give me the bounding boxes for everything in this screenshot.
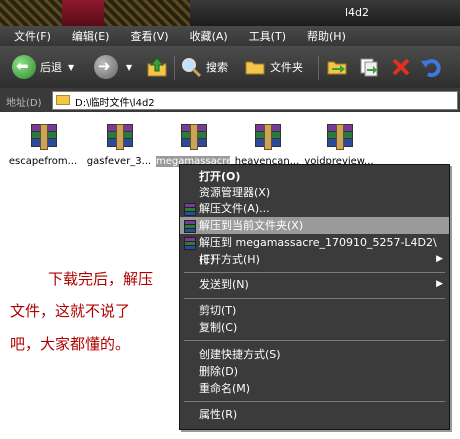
winrar-archive-icon xyxy=(323,124,355,152)
submenu-arrow-icon: ▶ xyxy=(436,254,443,264)
menu-item-label: 创建快捷方式(S) xyxy=(199,348,281,361)
search-button[interactable]: 搜索 xyxy=(180,54,228,80)
undo-button[interactable] xyxy=(420,54,444,80)
file-item[interactable]: voidpreview... xyxy=(302,124,376,167)
back-arrow-icon xyxy=(12,55,36,79)
menu-help[interactable]: 帮助(H) xyxy=(293,28,353,44)
annotation-text-line: 下载完后，解压 xyxy=(48,270,154,288)
menu-item-extract-to-folder[interactable]: 解压到 megamassacre_170910_5257-L4D2\(E) xyxy=(180,234,449,266)
delete-x-icon xyxy=(392,58,410,76)
menu-view[interactable]: 查看(V) xyxy=(116,28,175,44)
address-input[interactable]: D:\临时文件\l4d2 xyxy=(52,91,458,110)
menu-separator xyxy=(184,340,445,341)
menu-item-rename[interactable]: 重命名(M) xyxy=(180,380,449,397)
menu-item-label: 属性(R) xyxy=(199,408,238,421)
folders-icon xyxy=(245,61,265,75)
menu-item-label: 删除(D) xyxy=(199,365,239,378)
copy-to-button[interactable] xyxy=(358,54,380,80)
menu-item-label: 资源管理器(X) xyxy=(199,186,271,199)
back-dropdown-icon[interactable]: ▼ xyxy=(68,63,74,72)
toolbar-separator xyxy=(174,56,175,80)
menu-item-label: 打开方式(H) xyxy=(199,253,260,266)
up-folder-icon xyxy=(147,57,167,77)
forward-arrow-icon xyxy=(94,55,118,79)
file-item[interactable]: escapefrom... xyxy=(6,124,80,167)
menu-file[interactable]: 文件(F) xyxy=(0,28,58,44)
menu-item-extract-here[interactable]: 解压到当前文件夹(X) xyxy=(180,217,449,234)
menu-edit[interactable]: 编辑(E) xyxy=(58,28,117,44)
menu-item-open[interactable]: 打开(O) xyxy=(180,168,449,185)
menu-favorites[interactable]: 收藏(A) xyxy=(176,28,235,44)
forward-button[interactable]: ▼ xyxy=(94,54,132,80)
submenu-arrow-icon: ▶ xyxy=(436,279,443,289)
up-folder-button[interactable] xyxy=(146,54,168,80)
menu-item-create-shortcut[interactable]: 创建快捷方式(S) xyxy=(180,346,449,363)
move-to-button[interactable] xyxy=(326,54,348,80)
menu-item-label: 剪切(T) xyxy=(199,304,237,317)
title-bar: l4d2 xyxy=(0,0,460,26)
file-item[interactable]: gasfever_3... xyxy=(82,124,156,167)
menu-item-label: 打开(O) xyxy=(199,170,241,183)
annotation-text-line: 文件，这就不说了 xyxy=(10,302,131,320)
file-name: gasfever_3... xyxy=(86,156,152,167)
annotation-text-line: 吧，大家都懂的。 xyxy=(10,335,131,353)
menu-separator xyxy=(184,401,445,402)
winrar-archive-icon xyxy=(103,124,135,152)
winrar-archive-icon xyxy=(27,124,59,152)
menu-item-extract-files[interactable]: 解压文件(A)... xyxy=(180,200,449,217)
winrar-archive-icon xyxy=(251,124,283,152)
menu-item-properties[interactable]: 属性(R) xyxy=(180,406,449,423)
undo-icon xyxy=(421,59,441,78)
forward-dropdown-icon[interactable]: ▼ xyxy=(126,63,132,72)
menu-separator xyxy=(184,272,445,273)
back-button[interactable]: 后退 ▼ xyxy=(12,54,74,80)
menu-separator xyxy=(184,298,445,299)
menu-item-label: 复制(C) xyxy=(199,321,238,334)
address-bar: 地址(D) D:\临时文件\l4d2 xyxy=(0,88,460,112)
folders-label: 文件夹 xyxy=(270,61,303,74)
toolbar-separator xyxy=(318,56,319,80)
toolbar: 后退 ▼ ▼ 搜索 文件夹 xyxy=(0,46,460,88)
title-decoration-accent xyxy=(62,0,104,26)
menu-item-label: 发送到(N) xyxy=(199,278,249,291)
menu-item-delete[interactable]: 删除(D) xyxy=(180,363,449,380)
menu-item-label: 解压文件(A)... xyxy=(199,202,270,215)
folders-button[interactable]: 文件夹 xyxy=(244,54,303,80)
winrar-icon xyxy=(183,203,196,216)
search-icon xyxy=(182,58,202,78)
menu-item-explorer[interactable]: 资源管理器(X) xyxy=(180,184,449,201)
folder-icon xyxy=(56,95,70,105)
menu-item-open-with[interactable]: 打开方式(H) ▶ xyxy=(180,251,449,268)
menu-item-label: 解压到当前文件夹(X) xyxy=(199,219,304,232)
copy-to-icon xyxy=(360,58,378,77)
menu-item-copy[interactable]: 复制(C) xyxy=(180,319,449,336)
search-label: 搜索 xyxy=(206,61,228,74)
file-name: escapefrom... xyxy=(8,156,78,167)
file-item-selected[interactable]: megamassacre_17... xyxy=(156,124,230,167)
move-to-icon xyxy=(327,61,347,75)
menu-item-send-to[interactable]: 发送到(N) ▶ xyxy=(180,276,449,293)
menu-item-label: 重命名(M) xyxy=(199,382,251,395)
menu-tools[interactable]: 工具(T) xyxy=(235,28,293,44)
context-menu: 打开(O) 资源管理器(X) 解压文件(A)... 解压到当前文件夹(X) 解压… xyxy=(179,164,450,430)
file-item[interactable]: heavencan... xyxy=(230,124,304,167)
winrar-archive-icon xyxy=(177,124,209,152)
menu-item-cut[interactable]: 剪切(T) xyxy=(180,302,449,319)
address-label: 地址(D) xyxy=(6,98,42,109)
delete-button[interactable] xyxy=(390,54,412,80)
menu-bar: 文件(F) 编辑(E) 查看(V) 收藏(A) 工具(T) 帮助(H) xyxy=(0,26,460,46)
window-title: l4d2 xyxy=(345,6,370,19)
winrar-icon xyxy=(183,220,196,233)
address-path: D:\临时文件\l4d2 xyxy=(75,98,155,109)
back-label: 后退 xyxy=(40,61,62,74)
winrar-icon xyxy=(183,237,196,250)
